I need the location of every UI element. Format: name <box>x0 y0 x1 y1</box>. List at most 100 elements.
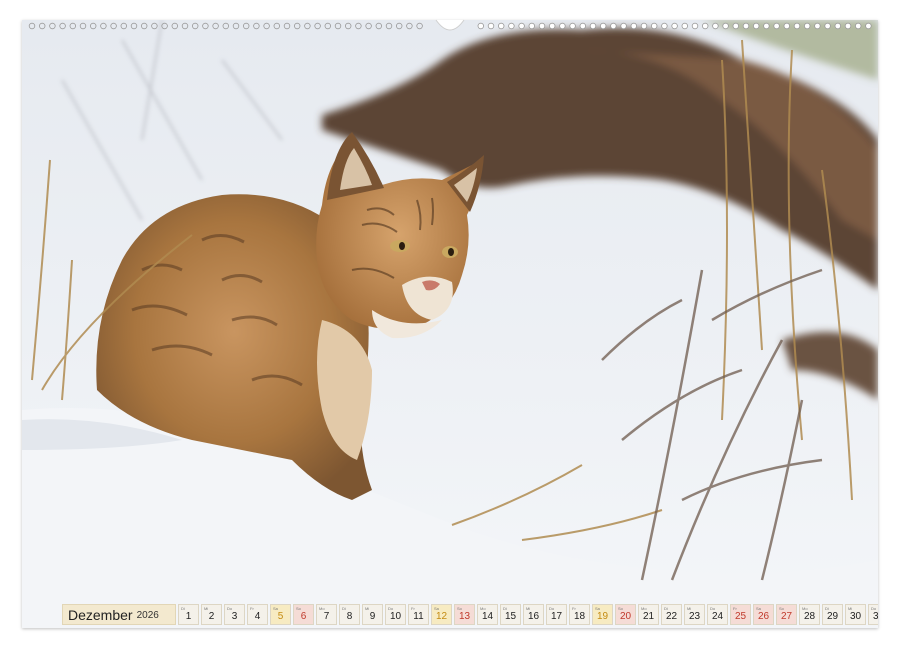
spiral-ring <box>212 22 219 30</box>
spiral-ring <box>100 22 107 30</box>
spiral-ring <box>763 22 770 30</box>
spiral-ring <box>834 22 841 30</box>
day-cell: Fr 11 <box>408 604 429 625</box>
calendar-page: Dezember 2026 Di 1 Mi 2 Do 3 Fr 4 Sa 5 So 6 Mo 7 Di 8 Mi… <box>22 20 878 628</box>
spiral-ring <box>375 22 382 30</box>
day-cell: Mo 28 <box>799 604 820 625</box>
day-number: 7 <box>323 611 330 622</box>
day-cell: Do 3 <box>224 604 245 625</box>
day-number: 13 <box>458 611 471 622</box>
day-number: 31 <box>872 611 878 622</box>
spiral-ring <box>79 22 87 30</box>
spiral-ring <box>294 22 301 30</box>
spiral-ring <box>814 22 821 30</box>
spiral-ring <box>263 22 270 30</box>
day-cell: Di 8 <box>339 604 360 625</box>
day-number: 12 <box>435 611 448 622</box>
day-number: 10 <box>389 611 402 622</box>
spiral-ring <box>753 22 760 30</box>
spiral-ring <box>232 22 240 30</box>
day-cell: Mo 14 <box>477 604 498 625</box>
spiral-ring <box>140 22 148 30</box>
spiral-ring <box>865 22 872 30</box>
spiral-ring <box>396 22 403 30</box>
month-name: Dezember <box>68 606 133 623</box>
spiral-ring <box>304 22 311 30</box>
day-cell: Fr 18 <box>569 604 590 625</box>
spiral-ring <box>804 22 811 30</box>
spiral-ring <box>671 22 678 30</box>
day-number: 29 <box>826 611 839 622</box>
day-number: 3 <box>231 611 238 622</box>
spiral-ring <box>202 22 209 30</box>
spiral-ring <box>222 22 229 30</box>
day-number: 25 <box>734 611 747 622</box>
spiral-ring <box>783 22 790 30</box>
spiral-ring <box>712 22 719 30</box>
spiral-ring <box>640 22 648 30</box>
day-number: 4 <box>254 611 261 622</box>
day-cell: Fr 25 <box>730 604 751 625</box>
day-number: 23 <box>688 611 701 622</box>
spiral-ring <box>477 22 484 30</box>
day-cell: Sa 12 <box>431 604 452 625</box>
day-cell: Mo 21 <box>638 604 659 625</box>
spiral-ring <box>559 22 566 30</box>
day-number: 1 <box>185 611 192 622</box>
day-cell: Sa 19 <box>592 604 613 625</box>
spiral-ring <box>283 22 291 30</box>
spiral-ring <box>732 22 739 30</box>
day-number: 22 <box>665 611 678 622</box>
spiral-ring <box>569 22 576 30</box>
day-cell: Di 1 <box>178 604 199 625</box>
spiral-ring <box>69 22 76 30</box>
day-cell: Di 22 <box>661 604 682 625</box>
spiral-ring <box>253 22 260 30</box>
spiral-ring <box>39 22 46 30</box>
day-cell: Mi 2 <box>201 604 222 625</box>
day-cell: So 20 <box>615 604 636 625</box>
spiral-ring <box>702 22 709 30</box>
spiral-ring <box>538 22 546 30</box>
day-number: 5 <box>277 611 284 622</box>
spiral-ring <box>130 22 138 30</box>
day-cell: Do31 <box>868 604 878 625</box>
spiral-ring <box>722 22 729 30</box>
day-number: 24 <box>711 611 724 622</box>
spiral-ring <box>773 22 780 30</box>
day-cell: So 13 <box>454 604 475 625</box>
spiral-ring <box>610 22 617 30</box>
spiral-ring <box>89 22 97 30</box>
spiral-ring <box>600 22 607 30</box>
day-number: 9 <box>369 611 376 622</box>
day-number: 2 <box>208 611 215 622</box>
day-number: 30 <box>849 611 862 622</box>
day-cell: So 27 <box>776 604 797 625</box>
day-number: 20 <box>619 611 632 622</box>
month-year: 2026 <box>136 610 159 621</box>
day-cell: Fr 4 <box>247 604 268 625</box>
spiral-ring <box>151 22 158 30</box>
spiral-ring <box>171 22 178 30</box>
spiral-ring <box>742 22 750 30</box>
spiral-ring <box>416 22 423 30</box>
spiral-ring <box>191 22 199 30</box>
spiral-ring <box>345 22 352 30</box>
spiral-ring <box>334 22 342 30</box>
day-cell: Do 10 <box>385 604 406 625</box>
bobcat-in-snow-photo <box>22 20 878 628</box>
month-label: Dezember 2026 <box>62 604 176 625</box>
spiral-ring <box>508 22 515 30</box>
day-number: 11 <box>413 611 424 622</box>
spiral-ring <box>314 22 321 30</box>
spiral-ring <box>549 22 556 30</box>
day-cell: Do 17 <box>546 604 567 625</box>
spiral-ring <box>406 22 413 30</box>
spiral-ring <box>498 22 505 30</box>
spiral-ring <box>110 22 117 30</box>
day-number: 18 <box>573 611 586 622</box>
spiral-ring <box>49 22 56 30</box>
spiral-ring <box>528 22 535 30</box>
day-cell: Di 15 <box>500 604 521 625</box>
day-cell: Mi 23 <box>684 604 705 625</box>
